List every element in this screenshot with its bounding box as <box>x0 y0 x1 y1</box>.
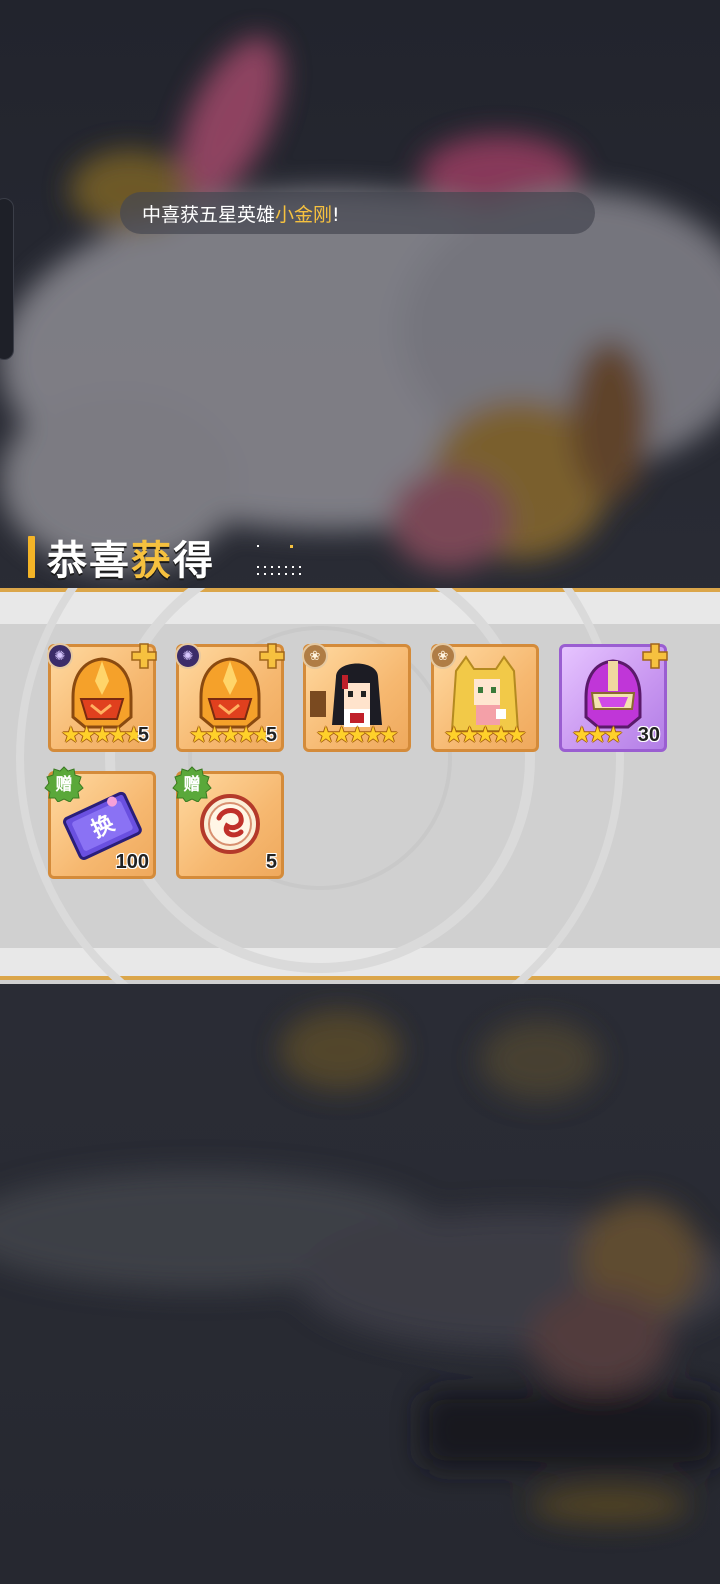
star-rating: ★ ★ ★ ★ ★ <box>61 723 144 748</box>
reward-title: 恭喜获得 <box>28 532 215 584</box>
ticker-prefix: 中喜获五星英雄 <box>142 203 276 226</box>
item-count: 5 <box>137 724 149 746</box>
item-count: 100 <box>115 851 149 873</box>
upgrade-plus-icon <box>642 643 668 669</box>
reward-panel: ✺ ★ ★ ★ ★ ★ 5 ✺ ★ ★ ★ ★ ★ 5 ❀ ★ ★ ★ ★ ★ … <box>0 588 720 984</box>
reward-title-text: 恭喜获得 <box>47 528 215 586</box>
item-count: 30 <box>637 724 660 746</box>
item-count: 5 <box>265 724 277 746</box>
star-rating: ★ ★ ★ ★ ★ <box>189 723 272 748</box>
star-rating: ★ ★ ★ <box>572 723 624 748</box>
title-part-3: 得 <box>173 538 215 584</box>
upgrade-plus-icon <box>259 643 285 669</box>
reward-item-dragon-coin[interactable]: 赠 5 <box>172 766 284 879</box>
reward-item-blonde-hero[interactable]: ❀ ★ ★ ★ ★ ★ <box>430 643 539 752</box>
announcement-ticker: 中喜获五星英雄小金刚! <box>120 192 595 234</box>
star-rating: ★ ★ ★ ★ ★ <box>316 723 399 748</box>
side-panel-edge <box>0 198 14 360</box>
reward-item-purple-helmet[interactable]: ★ ★ ★ 30 <box>559 643 668 752</box>
ticker-hero-name: 小金刚 <box>275 203 333 226</box>
reward-items-grid: ✺ ★ ★ ★ ★ ★ 5 ✺ ★ ★ ★ ★ ★ 5 ❀ ★ ★ ★ ★ ★ … <box>0 588 720 984</box>
reward-item-black-hair-hero[interactable]: ❀ ★ ★ ★ ★ ★ <box>302 643 411 752</box>
purple-element-icon: ✺ <box>175 643 201 669</box>
title-accent-bar <box>28 536 35 578</box>
lotus-icon: ❀ <box>302 643 328 669</box>
item-count: 5 <box>265 851 277 873</box>
title-part-2: 获 <box>131 538 173 584</box>
reward-item-orange-helmet[interactable]: ✺ ★ ★ ★ ★ ★ 5 <box>47 643 157 752</box>
gift-label: 赠 <box>55 775 73 795</box>
star-rating: ★ ★ ★ ★ ★ <box>444 723 527 748</box>
lotus-icon: ❀ <box>430 643 456 669</box>
title-part-1: 恭喜 <box>47 538 131 584</box>
title-sparkle-dots <box>257 545 301 575</box>
purple-element-icon: ✺ <box>47 643 73 669</box>
gift-label: 赠 <box>183 775 201 795</box>
ticker-suffix: ! <box>332 203 340 226</box>
reward-item-exchange-ticket[interactable]: 换 赠 100 <box>44 766 156 879</box>
reward-item-orange-helmet[interactable]: ✺ ★ ★ ★ ★ ★ 5 <box>175 643 285 752</box>
ticker-text: 中喜获五星英雄小金刚! <box>142 200 340 227</box>
upgrade-plus-icon <box>131 643 157 669</box>
